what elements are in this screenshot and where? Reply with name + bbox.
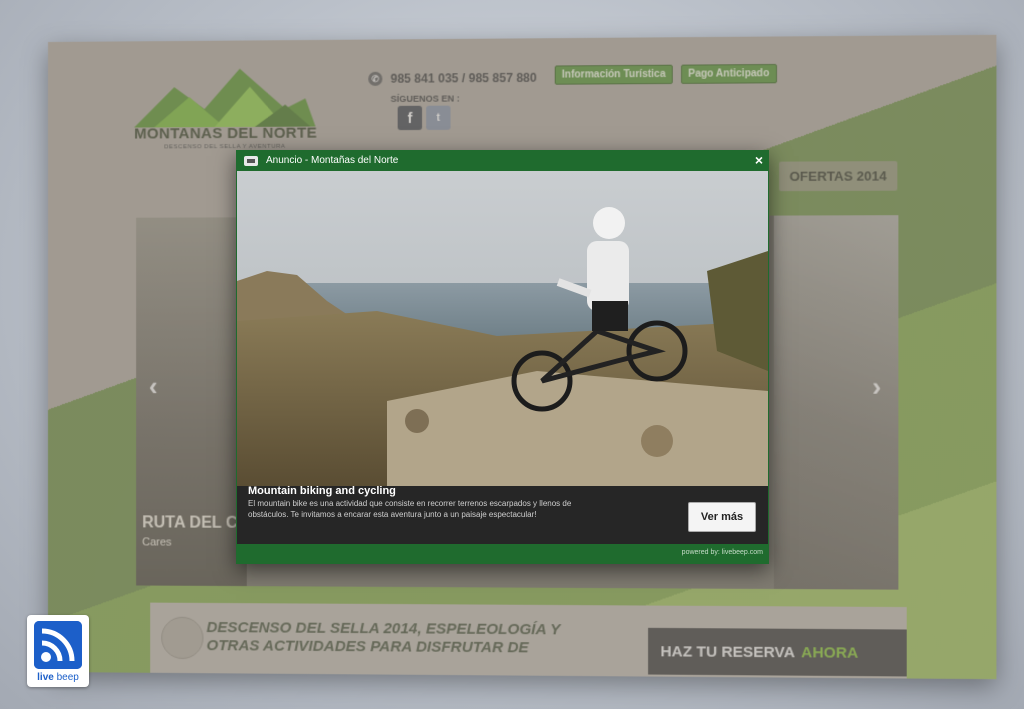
brand-live: live <box>37 672 54 683</box>
caption-text: El mountain bike es una actividad que co… <box>248 499 572 519</box>
livebeep-badge[interactable]: live beep <box>27 615 89 687</box>
modal-header: Anuncio - Montañas del Norte × <box>236 150 769 171</box>
modal-title: Anuncio - Montañas del Norte <box>266 155 399 166</box>
see-more-button[interactable]: Ver más <box>688 502 756 532</box>
powered-by-link[interactable]: powered by: livebeep.com <box>682 549 763 556</box>
brand-beep: beep <box>56 672 79 683</box>
caption-title: Mountain biking and cycling <box>248 485 396 497</box>
ad-modal: Anuncio - Montañas del Norte × Mountain … <box>236 150 769 564</box>
rss-icon <box>34 621 82 669</box>
ad-icon <box>244 155 258 166</box>
ad-photo <box>237 171 768 486</box>
close-icon[interactable]: × <box>755 152 763 168</box>
badge-brand: live beep <box>27 672 89 683</box>
